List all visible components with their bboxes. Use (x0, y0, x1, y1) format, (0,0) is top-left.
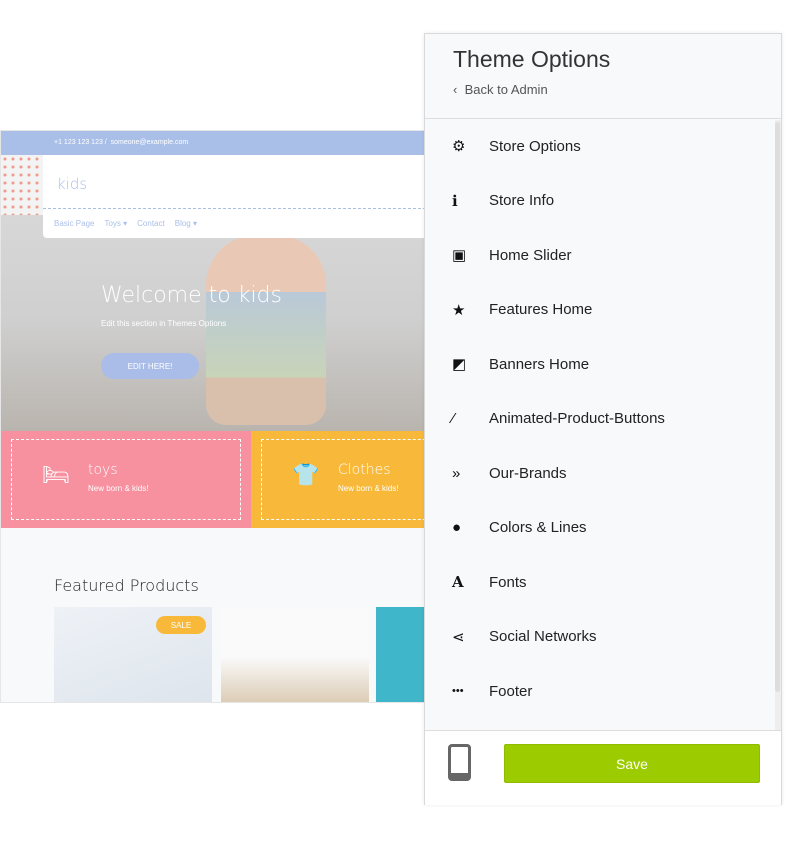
hero-title: Welcome to kids (101, 283, 282, 308)
category-title: Clothes (338, 462, 391, 478)
category-clothes[interactable]: 👕 Clothes New born & kids! (251, 431, 424, 528)
store-preview: Welcome to kids Edit this section in The… (0, 130, 425, 703)
menu-item-animated-product-buttons[interactable]: ⁄ Animated-Product-Buttons (425, 392, 775, 447)
menu-label: Social Networks (489, 628, 597, 646)
share-icon: ⋖ (452, 628, 465, 646)
gear-icon: ⚙ (452, 138, 466, 156)
star-icon: ★ (452, 301, 466, 319)
menu-label: Store Info (489, 192, 555, 210)
product-card[interactable]: SALE (54, 607, 212, 702)
back-to-admin-link[interactable]: ‹ Back to Admin (453, 82, 781, 97)
featured-title: Featured Products (54, 576, 199, 595)
menu-item-social-networks[interactable]: ⋖ Social Networks (425, 610, 775, 665)
menu-label: Our-Brands (489, 464, 567, 482)
bed-icon: 🛏 (42, 462, 70, 487)
category-toys[interactable]: 🛏 toys New born & kids! (1, 431, 251, 528)
menu-item-our-brands[interactable]: » Our-Brands (425, 446, 775, 501)
tshirt-icon: 👕 (292, 462, 320, 487)
top-bar: +1 123 123 123 / someone@example.com (1, 131, 424, 155)
hero-image (206, 235, 326, 425)
menu-item-features-home[interactable]: ★ Features Home (425, 283, 775, 338)
theme-options-panel: Theme Options ‹ Back to Admin ⚙ Store Opt… (424, 33, 782, 805)
menu-label: Fonts (489, 573, 527, 591)
hero-pattern (1, 155, 43, 215)
menu-label: Animated-Product-Buttons (489, 410, 665, 428)
chevron-left-icon: ‹ (453, 82, 458, 97)
menu-label: Banners Home (489, 355, 590, 373)
category-subtitle: New born & kids! (88, 484, 149, 493)
options-list: ⚙ Store Options ℹ Store Info ▣ Home Slider … (425, 119, 775, 719)
droplet-icon: ● (452, 519, 462, 537)
save-button[interactable]: Save (504, 744, 760, 783)
menu-item-store-options[interactable]: ⚙ Store Options (425, 119, 775, 174)
menu-item-fonts[interactable]: A Fonts (425, 555, 775, 610)
menu-label: Footer (489, 682, 533, 700)
category-title: toys (88, 462, 118, 478)
magic-wand-icon: ⁄ (452, 410, 455, 428)
scrollbar-thumb[interactable] (775, 122, 780, 692)
edit-here-button[interactable]: EDIT HERE! (101, 353, 199, 379)
double-chevron-right-icon: » (452, 464, 461, 482)
panel-title: Theme Options (453, 46, 611, 72)
ellipsis-icon: ••• (452, 685, 464, 698)
font-icon: A (452, 573, 464, 592)
mobile-preview-icon[interactable] (448, 744, 471, 781)
menu-label: Colors & Lines (489, 519, 587, 537)
logo[interactable]: kids (57, 175, 87, 193)
picture-icon: ◩ (452, 356, 467, 374)
menu-item-store-info[interactable]: ℹ Store Info (425, 174, 775, 229)
nav-basic-page[interactable]: Basic Page (54, 219, 94, 228)
product-card[interactable] (221, 607, 369, 702)
hero-subtitle: Edit this section in Themes Options (101, 319, 227, 328)
sale-badge: SALE (156, 616, 206, 634)
nav-contact[interactable]: Contact (137, 219, 165, 228)
menu-item-banners-home[interactable]: ◩ Banners Home (425, 337, 775, 392)
menu-label: Home Slider (489, 246, 572, 264)
image-icon: ▣ (452, 247, 467, 265)
product-card[interactable] (376, 607, 424, 702)
info-icon: ℹ (452, 192, 458, 210)
category-subtitle: New born & kids! (338, 484, 399, 493)
menu-label: Features Home (489, 301, 593, 319)
menu-label: Store Options (489, 137, 581, 155)
email[interactable]: someone@example.com (111, 139, 189, 146)
main-nav: Basic Page Toys ▾ Contact Blog ▾ (54, 219, 197, 228)
nav-blog[interactable]: Blog ▾ (175, 219, 197, 228)
menu-item-home-slider[interactable]: ▣ Home Slider (425, 228, 775, 283)
scrollbar[interactable] (775, 120, 781, 730)
menu-item-footer[interactable]: ••• Footer (425, 664, 775, 719)
header: kids Basic Page Toys ▾ Contact Blog ▾ (43, 155, 424, 238)
panel-footer: Save (425, 730, 781, 805)
phone: +1 123 123 123 / (54, 139, 107, 146)
menu-item-colors-lines[interactable]: ● Colors & Lines (425, 501, 775, 556)
back-label: Back to Admin (464, 82, 548, 97)
nav-toys[interactable]: Toys ▾ (104, 219, 127, 228)
